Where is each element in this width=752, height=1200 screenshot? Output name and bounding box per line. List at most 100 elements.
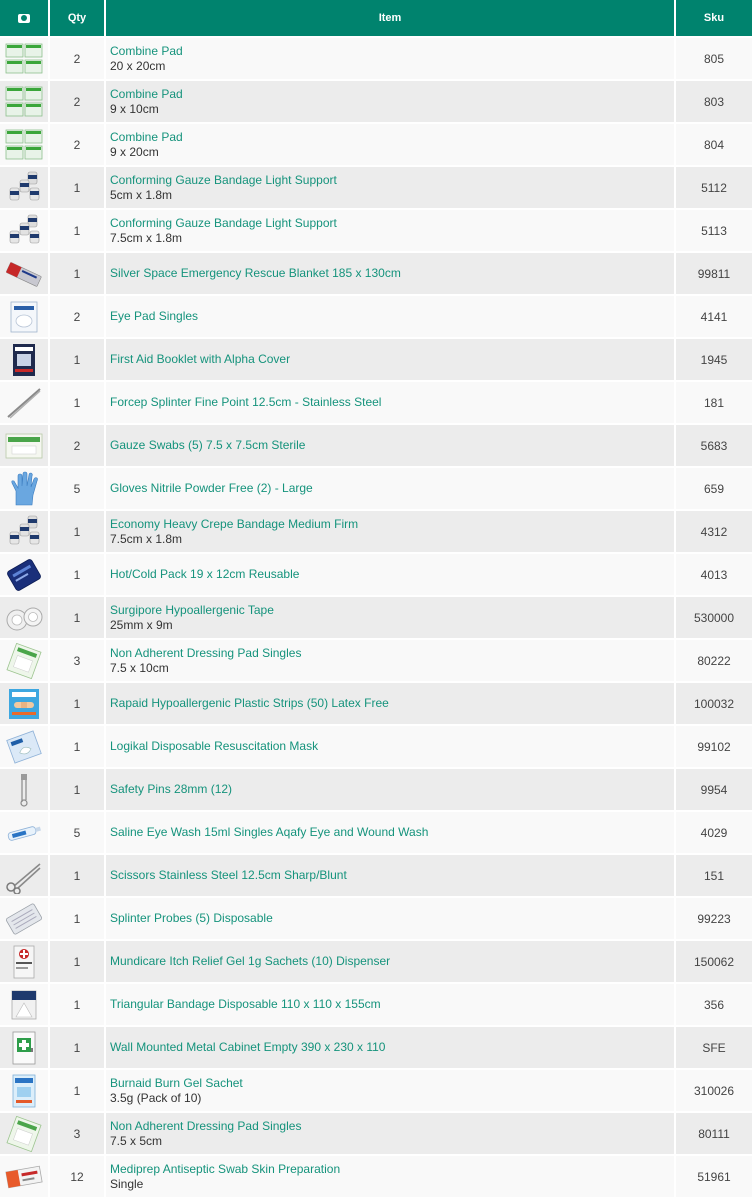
table-row: 1 First Aid Booklet with Alpha Cover 1945 — [0, 339, 752, 382]
qty-cell: 2 — [50, 38, 104, 81]
item-cell: Gauze Swabs (5) 7.5 x 7.5cm Sterile — [106, 425, 674, 468]
sku-cell: 80222 — [676, 640, 752, 683]
item-cell: Burnaid Burn Gel Sachet 3.5g (Pack of 10) — [106, 1070, 674, 1113]
item-name-link[interactable]: Non Adherent Dressing Pad Singles — [110, 1119, 674, 1134]
gauze-swab-icon — [4, 428, 44, 464]
table-row: 1 Safety Pins 28mm (12) 9954 — [0, 769, 752, 812]
dressing-pad-icon — [4, 642, 44, 679]
item-name-link[interactable]: Logikal Disposable Resuscitation Mask — [110, 739, 674, 754]
item-name-link[interactable]: Triangular Bandage Disposable 110 x 110 … — [110, 997, 674, 1012]
item-name-link[interactable]: Eye Pad Singles — [110, 309, 674, 324]
camera-icon — [18, 13, 30, 23]
item-name-link[interactable]: Non Adherent Dressing Pad Singles — [110, 646, 674, 661]
sku-cell: 100032 — [676, 683, 752, 726]
item-name-link[interactable]: Forcep Splinter Fine Point 12.5cm - Stai… — [110, 395, 674, 410]
item-name-link[interactable]: Conforming Gauze Bandage Light Support — [110, 216, 674, 231]
qty-cell: 2 — [50, 296, 104, 339]
item-name-link[interactable]: Mediprep Antiseptic Swab Skin Preparatio… — [110, 1162, 674, 1177]
product-thumbnail-cell — [0, 726, 48, 769]
qty-cell: 1 — [50, 511, 104, 554]
item-name-link[interactable]: Safety Pins 28mm (12) — [110, 782, 674, 797]
safety-pin-icon — [4, 772, 44, 808]
sku-cell: 151 — [676, 855, 752, 898]
item-name-link[interactable]: Conforming Gauze Bandage Light Support — [110, 173, 674, 188]
item-name-link[interactable]: Burnaid Burn Gel Sachet — [110, 1076, 674, 1091]
cold-pack-icon — [4, 557, 44, 593]
table-row: 1 Silver Space Emergency Rescue Blanket 1… — [0, 253, 752, 296]
qty-cell: 1 — [50, 984, 104, 1027]
item-cell: Rapaid Hypoallergenic Plastic Strips (50… — [106, 683, 674, 726]
sku-cell: 4141 — [676, 296, 752, 339]
item-spec: 7.5cm x 1.8m — [110, 230, 183, 245]
item-cell: Safety Pins 28mm (12) — [106, 769, 674, 812]
qty-cell: 2 — [50, 81, 104, 124]
item-name-link[interactable]: Gloves Nitrile Powder Free (2) - Large — [110, 481, 674, 496]
glove-icon — [4, 471, 44, 507]
dressing-pad-icon — [4, 1115, 44, 1152]
item-name-link[interactable]: Surgipore Hypoallergenic Tape — [110, 603, 674, 618]
table-row: 1 Logikal Disposable Resuscitation Mask 99… — [0, 726, 752, 769]
item-cell: Wall Mounted Metal Cabinet Empty 390 x 2… — [106, 1027, 674, 1070]
product-thumbnail-cell — [0, 253, 48, 296]
item-cell: Eye Pad Singles — [106, 296, 674, 339]
item-cell: Saline Eye Wash 15ml Singles Aqafy Eye a… — [106, 812, 674, 855]
item-cell: Surgipore Hypoallergenic Tape 25mm x 9m — [106, 597, 674, 640]
qty-cell: 1 — [50, 339, 104, 382]
qty-cell: 1 — [50, 898, 104, 941]
qty-cell: 1 — [50, 726, 104, 769]
item-cell: Economy Heavy Crepe Bandage Medium Firm 7… — [106, 511, 674, 554]
product-thumbnail-cell — [0, 1156, 48, 1199]
item-cell: Mundicare Itch Relief Gel 1g Sachets (10… — [106, 941, 674, 984]
triangular-bandage-icon — [4, 987, 44, 1023]
item-cell: Combine Pad 9 x 20cm — [106, 124, 674, 167]
product-thumbnail-cell — [0, 468, 48, 511]
item-cell: Splinter Probes (5) Disposable — [106, 898, 674, 941]
qty-cell: 5 — [50, 468, 104, 511]
item-name-link[interactable]: First Aid Booklet with Alpha Cover — [110, 352, 674, 367]
item-cell: Mediprep Antiseptic Swab Skin Preparatio… — [106, 1156, 674, 1199]
item-name-link[interactable]: Silver Space Emergency Rescue Blanket 18… — [110, 266, 674, 281]
table-row: 5 Gloves Nitrile Powder Free (2) - Large 6… — [0, 468, 752, 511]
qty-cell: 3 — [50, 640, 104, 683]
product-thumbnail-cell — [0, 683, 48, 726]
item-name-link[interactable]: Economy Heavy Crepe Bandage Medium Firm — [110, 517, 674, 532]
item-name-link[interactable]: Splinter Probes (5) Disposable — [110, 911, 674, 926]
forcep-icon — [4, 385, 44, 421]
qty-cell: 1 — [50, 683, 104, 726]
item-name-link[interactable]: Wall Mounted Metal Cabinet Empty 390 x 2… — [110, 1040, 674, 1055]
item-name-link[interactable]: Combine Pad — [110, 87, 674, 102]
item-cell: Non Adherent Dressing Pad Singles 7.5 x 1… — [106, 640, 674, 683]
item-name-link[interactable]: Saline Eye Wash 15ml Singles Aqafy Eye a… — [110, 825, 674, 840]
qty-cell: 1 — [50, 382, 104, 425]
product-thumbnail-cell — [0, 167, 48, 210]
item-spec: 5cm x 1.8m — [110, 187, 173, 202]
product-thumbnail-cell — [0, 425, 48, 468]
item-name-link[interactable]: Hot/Cold Pack 19 x 12cm Reusable — [110, 567, 674, 582]
qty-cell: 1 — [50, 1027, 104, 1070]
item-spec: 7.5 x 5cm — [110, 1133, 163, 1148]
product-thumbnail-cell — [0, 769, 48, 812]
item-name-link[interactable]: Combine Pad — [110, 44, 674, 59]
qty-column-header: Qty — [50, 0, 104, 38]
sku-cell: 310026 — [676, 1070, 752, 1113]
bandage-rolls-icon — [4, 514, 44, 550]
scissors-icon — [4, 858, 44, 895]
item-name-link[interactable]: Mundicare Itch Relief Gel 1g Sachets (10… — [110, 954, 674, 969]
sku-cell: 4029 — [676, 812, 752, 855]
item-spec: 25mm x 9m — [110, 617, 173, 632]
product-thumbnail-cell — [0, 898, 48, 941]
sku-cell: 5683 — [676, 425, 752, 468]
qty-cell: 2 — [50, 425, 104, 468]
item-spec: 20 x 20cm — [110, 58, 166, 73]
item-name-link[interactable]: Gauze Swabs (5) 7.5 x 7.5cm Sterile — [110, 438, 674, 453]
antiseptic-swab-icon — [4, 1159, 44, 1195]
item-name-link[interactable]: Combine Pad — [110, 130, 674, 145]
gel-dispenser-icon — [4, 944, 44, 980]
sku-cell: 99102 — [676, 726, 752, 769]
item-name-link[interactable]: Rapaid Hypoallergenic Plastic Strips (50… — [110, 696, 674, 711]
item-name-link[interactable]: Scissors Stainless Steel 12.5cm Sharp/Bl… — [110, 868, 674, 883]
product-thumbnail-cell — [0, 1113, 48, 1156]
table-row: 1 Conforming Gauze Bandage Light Support 7… — [0, 210, 752, 253]
sku-cell: 4312 — [676, 511, 752, 554]
item-cell: Silver Space Emergency Rescue Blanket 18… — [106, 253, 674, 296]
